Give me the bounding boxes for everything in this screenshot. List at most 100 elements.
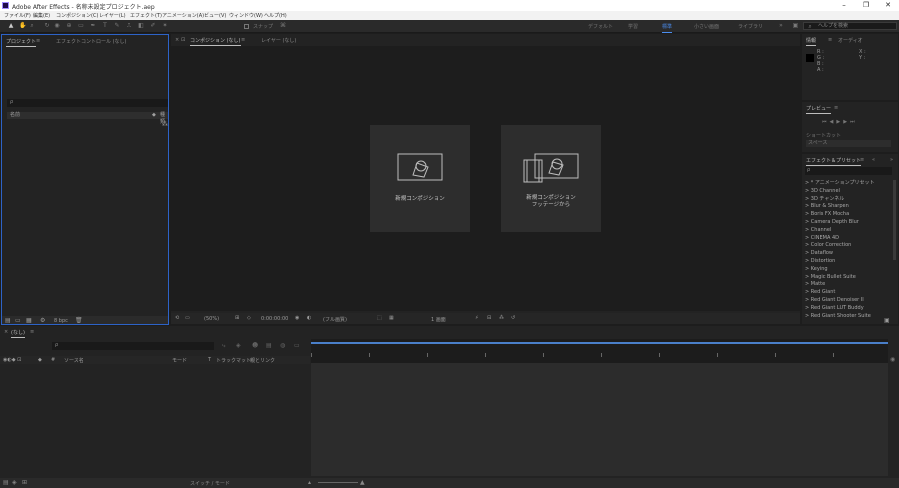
exposure-reset-icon[interactable]: ↺	[511, 315, 515, 321]
camera-tool-icon[interactable]: ◉	[54, 23, 60, 29]
zoom-out-icon[interactable]: ▴	[308, 479, 311, 486]
list-item[interactable]: > Magic Bullet Suite	[805, 274, 893, 282]
current-time-display[interactable]: 0:00:00:00	[261, 316, 288, 322]
monitor-icon[interactable]: ▭	[185, 315, 190, 321]
list-item[interactable]: > Color Correction	[805, 242, 893, 250]
fast-previews-icon[interactable]: ⚡	[475, 315, 479, 321]
timeline-search-input[interactable]: ρ	[52, 342, 214, 350]
expand-layer-switches-icon[interactable]: ▤	[3, 479, 9, 486]
zoom-slider[interactable]	[318, 482, 358, 483]
expand-in-out-icon[interactable]: ⊞	[22, 479, 27, 486]
show-channel-icon[interactable]: ◐	[307, 315, 311, 321]
new-folder-icon[interactable]: ▭	[15, 317, 21, 324]
timeline-tab-menu-icon[interactable]: ≡	[30, 329, 34, 335]
help-search-input[interactable]: ヘルプを検索	[803, 22, 897, 30]
trash-icon[interactable]: 🗑	[75, 317, 83, 324]
mask-visibility-icon[interactable]: ◇	[247, 315, 251, 321]
eraser-tool-icon[interactable]: ◧	[138, 23, 144, 29]
column-name[interactable]: 名前	[10, 112, 20, 118]
close-icon[interactable]: ✕	[877, 0, 899, 11]
tab-effects-presets[interactable]: エフェクト＆プリセット	[806, 157, 862, 166]
tab-layer[interactable]: レイヤー (なし)	[261, 37, 296, 44]
more-panels-icon[interactable]: «	[872, 157, 875, 163]
more-workspaces-icon[interactable]: »	[778, 23, 784, 29]
tab-preview[interactable]: プレビュー	[806, 105, 832, 114]
composition-tab-menu-icon[interactable]: ≡	[241, 37, 245, 43]
list-item[interactable]: > Distortion	[805, 258, 893, 266]
list-item[interactable]: > 3D チャンネル	[805, 196, 893, 204]
list-item[interactable]: > Boris FX Mocha	[805, 211, 893, 219]
switches-modes-toggle[interactable]: スイッチ / モード	[190, 480, 230, 487]
workspace-standard[interactable]: 標準	[662, 23, 673, 33]
list-item[interactable]: > Red Giant Shooter Suite	[805, 313, 893, 321]
hand-tool-icon[interactable]: ✋	[19, 23, 26, 29]
type-tool-icon[interactable]: T	[102, 23, 108, 29]
menu-composition[interactable]: コンポジション(C)	[56, 12, 98, 19]
effects-scrollbar[interactable]	[893, 180, 896, 260]
tab-effect-controls[interactable]: エフェクトコントロール (なし)	[56, 38, 127, 45]
close-tab-icon[interactable]: ×	[175, 37, 179, 43]
list-item[interactable]: > Camera Depth Blur	[805, 219, 893, 227]
new-composition-icon[interactable]: ▦	[26, 317, 32, 324]
project-search-input[interactable]: ρ	[7, 99, 168, 107]
new-item-icon[interactable]: ▣	[884, 317, 890, 324]
effects-search-input[interactable]: ρ	[805, 167, 892, 175]
workspace-learn[interactable]: 学習	[628, 23, 638, 30]
snap-options-icon[interactable]: ⌘	[280, 23, 286, 29]
column-mode[interactable]: モード	[172, 357, 187, 364]
bit-depth-label[interactable]: 8 bpc	[54, 318, 68, 324]
composition-viewer[interactable]: 新規コンポジション 新規コンポジション フッテージから	[171, 46, 800, 311]
menu-file[interactable]: ファイル(F)	[4, 12, 31, 19]
minimize-icon[interactable]: –	[833, 0, 855, 11]
list-item[interactable]: > Dataflow	[805, 250, 893, 258]
work-area-bar[interactable]	[311, 342, 888, 344]
workspace-panel-icon[interactable]: ▣	[791, 23, 800, 29]
zoom-dropdown[interactable]: (50%)	[204, 316, 219, 322]
column-parent-link[interactable]: 親とリンク	[250, 357, 275, 364]
expand-modes-icon[interactable]: ◈	[12, 479, 17, 486]
menu-animation[interactable]: アニメーション(A)	[162, 12, 204, 19]
rectangle-tool-icon[interactable]: ▭	[78, 23, 84, 29]
shy-layers-icon[interactable]: ☻	[252, 342, 258, 349]
close-timeline-tab-icon[interactable]: ×	[4, 329, 8, 335]
menu-view[interactable]: ビュー(V)	[204, 12, 226, 19]
workspace-libraries[interactable]: ライブラリ	[738, 23, 763, 30]
puppet-tool-icon[interactable]: ✶	[162, 23, 168, 29]
transparency-grid-icon[interactable]: ▦	[389, 315, 394, 321]
motion-blur-icon[interactable]: ◍	[280, 342, 285, 349]
tab-composition[interactable]: コンポジション (なし)	[190, 37, 241, 46]
view-layout-dropdown[interactable]: 1 画面	[431, 316, 446, 323]
tab-info[interactable]: 情報	[806, 37, 817, 46]
timeline-toggle-icon[interactable]: ⊟	[487, 315, 491, 321]
comp-button-icon[interactable]: ◉	[890, 356, 895, 363]
workspace-small-screen[interactable]: 小さい画面	[694, 23, 719, 30]
clone-stamp-tool-icon[interactable]: ⎍	[126, 23, 132, 29]
list-item[interactable]: > * アニメーションプリセット	[805, 180, 893, 188]
timeline-graph-area[interactable]	[311, 339, 888, 476]
new-composition-tile[interactable]: 新規コンポジション	[370, 125, 470, 232]
flowchart-icon[interactable]: ⁂	[499, 315, 504, 321]
brush-tool-icon[interactable]: ✎	[114, 23, 120, 29]
shortcut-dropdown[interactable]: スペース	[806, 140, 891, 147]
list-item[interactable]: > Matte	[805, 281, 893, 289]
list-item[interactable]: > 3D Channel	[805, 188, 893, 196]
list-item[interactable]: > Red Giant	[805, 289, 893, 297]
tab-project[interactable]: プロジェクト	[6, 38, 37, 47]
menu-effect[interactable]: エフェクト(T)	[130, 12, 162, 19]
info-tab-menu-icon[interactable]: ≡	[828, 37, 832, 43]
workspace-default[interactable]: デフォルト	[588, 23, 613, 30]
list-item[interactable]: > Red Giant Denoiser II	[805, 297, 893, 305]
snap-checkbox[interactable]	[244, 24, 249, 29]
graph-editor-icon[interactable]: ▭	[294, 342, 300, 349]
draft-3d-icon[interactable]: ◈	[236, 342, 241, 349]
last-frame-icon[interactable]: ⏭	[850, 119, 858, 125]
frame-blending-icon[interactable]: ▤	[266, 342, 272, 349]
pen-tool-icon[interactable]: ✒	[90, 23, 96, 29]
restore-icon[interactable]: ❐	[855, 0, 877, 11]
effects-tab-menu-icon[interactable]: ≡	[860, 157, 864, 163]
project-flowchart-icon[interactable]: ⁂	[162, 121, 168, 128]
label-tag-icon[interactable]: ◆	[152, 112, 156, 119]
zoom-in-icon[interactable]: ▲	[360, 479, 365, 486]
interpret-footage-icon[interactable]: ▤	[5, 317, 11, 324]
menu-layer[interactable]: レイヤー(L)	[99, 12, 126, 19]
